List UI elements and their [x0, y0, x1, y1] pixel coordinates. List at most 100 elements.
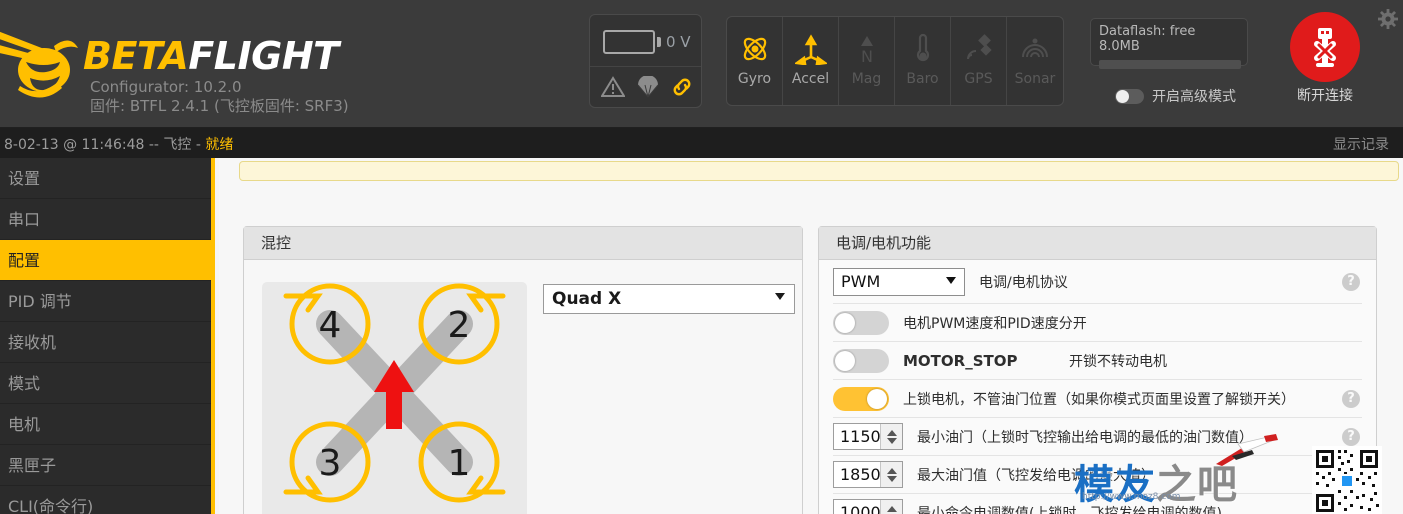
chevron-down-icon[interactable]: [886, 475, 897, 482]
sidebar-item-blackbox[interactable]: 黑匣子: [0, 445, 211, 486]
mixer-panel-title: 混控: [244, 227, 802, 260]
status-message-prefix: 8-02-13 @ 11:46:48 -- 飞控 -: [4, 137, 206, 153]
help-icon[interactable]: ?: [1342, 389, 1360, 408]
sensor-sonar-label: Sonar: [1014, 71, 1056, 87]
baro-icon: [907, 29, 939, 69]
chevron-down-icon: [946, 276, 956, 284]
pwm-pid-separate-toggle[interactable]: [833, 310, 889, 335]
brand-flight: FLIGHT: [188, 34, 339, 78]
min-command-input[interactable]: 1000: [833, 499, 903, 514]
sensor-gyro: Gyro: [727, 17, 783, 105]
sonar-icon: [1019, 29, 1051, 69]
min-throttle-value: 1150: [840, 427, 881, 446]
disarm-kill-switch-label: 上锁电机，不管油门位置（如果你模式页面里设置了解锁开关）: [903, 391, 1295, 408]
help-icon[interactable]: ?: [1342, 272, 1360, 291]
sidebar-item-modes[interactable]: 模式: [0, 363, 211, 404]
chevron-up-icon[interactable]: [886, 467, 897, 474]
sidebar-item-motors[interactable]: 电机: [0, 404, 211, 445]
sensor-gps-label: GPS: [964, 71, 993, 87]
motor-stop-description: 开锁不转动电机: [1069, 353, 1167, 370]
max-throttle-input[interactable]: 1850: [833, 461, 903, 488]
svg-text:2: 2: [448, 305, 471, 346]
disconnect-button[interactable]: 断开连接: [1287, 12, 1363, 105]
main-content: 混控 4 2 3 1 Quad X 电调/电机功能 PWM 电调/电机协议 ? …: [219, 158, 1403, 514]
sidebar-item-pid-tuning[interactable]: PID 调节: [0, 281, 211, 322]
motor-stop-label: MOTOR_STOP: [903, 351, 1018, 370]
configurator-version: Configurator: 10.2.0: [90, 78, 242, 96]
chevron-down-icon: [775, 293, 785, 300]
sidebar-item-ports[interactable]: 串口: [0, 199, 211, 240]
dataflash-status: Dataflash: free 8.0MB: [1090, 18, 1248, 69]
watermark: 模友之吧 http://www.moz8.com: [1074, 434, 1403, 514]
svg-text:4: 4: [319, 305, 342, 346]
battery-status-box: 0 V: [589, 14, 702, 108]
svg-text:N: N: [861, 47, 873, 65]
usb-disconnect-icon: [1290, 12, 1360, 82]
sensor-sonar: Sonar: [1007, 17, 1063, 105]
sidebar-nav: 设置 串口 配置 PID 调节 接收机 模式 电机 黑匣子 CLI(命令行): [0, 158, 215, 514]
warning-icon: [600, 76, 626, 98]
quad-mixer-diagram: 4 2 3 1: [262, 282, 527, 514]
gps-icon: [963, 29, 995, 69]
chevron-down-icon[interactable]: [886, 437, 897, 444]
betaflight-configurator-window: BETAFLIGHT Configurator: 10.2.0 固件: BTFL…: [0, 0, 1403, 514]
firmware-version: 固件: BTFL 2.4.1 (飞控板固件: SRF3): [90, 97, 349, 115]
sensor-baro: Baro: [895, 17, 951, 105]
parachute-icon: [636, 75, 660, 98]
disconnect-label: 断开连接: [1297, 88, 1353, 104]
sensor-accel-label: Accel: [791, 71, 830, 87]
pwm-pid-separate-label: 电机PWM速度和PID速度分开: [903, 315, 1087, 332]
dataflash-label: Dataflash: free 8.0MB: [1099, 24, 1196, 54]
svg-text:3: 3: [319, 443, 342, 484]
show-log-button[interactable]: 显示记录: [1333, 134, 1389, 154]
sensor-status-bar: Gyro Accel N Mag Baro GPS Sonar: [726, 16, 1064, 106]
mixer-type-value: Quad X: [552, 289, 622, 309]
gear-icon[interactable]: [1378, 9, 1398, 29]
sensor-accel: Accel: [783, 17, 839, 105]
mixer-panel: 混控 4 2 3 1 Quad X: [243, 226, 803, 514]
motor-stop-toggle[interactable]: [833, 348, 889, 373]
sidebar-item-configuration[interactable]: 配置: [0, 240, 211, 281]
esc-row-motor-stop: MOTOR_STOP 开锁不转动电机: [833, 342, 1362, 380]
status-message: 8-02-13 @ 11:46:48 -- 飞控 - 就绪: [4, 134, 233, 154]
app-header: BETAFLIGHT Configurator: 10.2.0 固件: BTFL…: [0, 0, 1403, 128]
battery-icon: [603, 30, 655, 54]
esc-protocol-value: PWM: [841, 271, 881, 291]
esc-panel-title: 电调/电机功能: [819, 227, 1376, 260]
advanced-mode-switch[interactable]: [1115, 88, 1144, 104]
advanced-mode-toggle[interactable]: 开启高级模式: [1115, 86, 1236, 106]
sensor-mag: N Mag: [839, 17, 895, 105]
esc-protocol-select[interactable]: PWM: [833, 267, 965, 296]
battery-voltage-row: 0 V: [590, 15, 701, 67]
min-command-value: 1000: [840, 503, 881, 514]
esc-row-disarm-kill-switch: 上锁电机，不管油门位置（如果你模式页面里设置了解锁开关） ?: [833, 380, 1362, 418]
advanced-mode-label: 开启高级模式: [1152, 89, 1236, 105]
mag-icon: N: [851, 29, 883, 69]
battery-terminal-icon: [657, 37, 661, 47]
svg-text:1: 1: [448, 443, 471, 484]
sidebar-item-receiver[interactable]: 接收机: [0, 322, 211, 363]
sensor-gyro-label: Gyro: [737, 71, 772, 87]
min-throttle-input[interactable]: 1150: [833, 423, 903, 450]
chevron-up-icon[interactable]: [886, 505, 897, 512]
sidebar-item-setup[interactable]: 设置: [0, 158, 211, 199]
mixer-panel-body: 4 2 3 1 Quad X: [244, 260, 802, 514]
mixer-type-select[interactable]: Quad X: [543, 284, 795, 314]
brand-beta: BETA: [83, 34, 189, 78]
disarm-kill-switch-toggle[interactable]: [833, 386, 889, 411]
sensor-mag-label: Mag: [851, 71, 882, 87]
qr-code-icon: [1312, 446, 1382, 514]
min-throttle-stepper[interactable]: [880, 424, 902, 449]
battery-voltage-value: 0 V: [666, 33, 691, 51]
brand-logo-area: BETAFLIGHT Configurator: 10.2.0 固件: BTFL…: [0, 8, 560, 120]
status-bar: 8-02-13 @ 11:46:48 -- 飞控 - 就绪 显示记录: [0, 128, 1403, 158]
battery-indicator-row: [590, 67, 701, 107]
brand-title: BETAFLIGHT: [83, 34, 339, 78]
chevron-up-icon[interactable]: [886, 429, 897, 436]
sidebar-item-cli[interactable]: CLI(命令行): [0, 486, 211, 514]
max-throttle-value: 1850: [840, 465, 881, 484]
link-icon: [670, 76, 694, 98]
min-command-stepper[interactable]: [880, 500, 902, 514]
max-throttle-stepper[interactable]: [880, 462, 902, 487]
esc-protocol-row: PWM 电调/电机协议 ?: [833, 260, 1362, 304]
